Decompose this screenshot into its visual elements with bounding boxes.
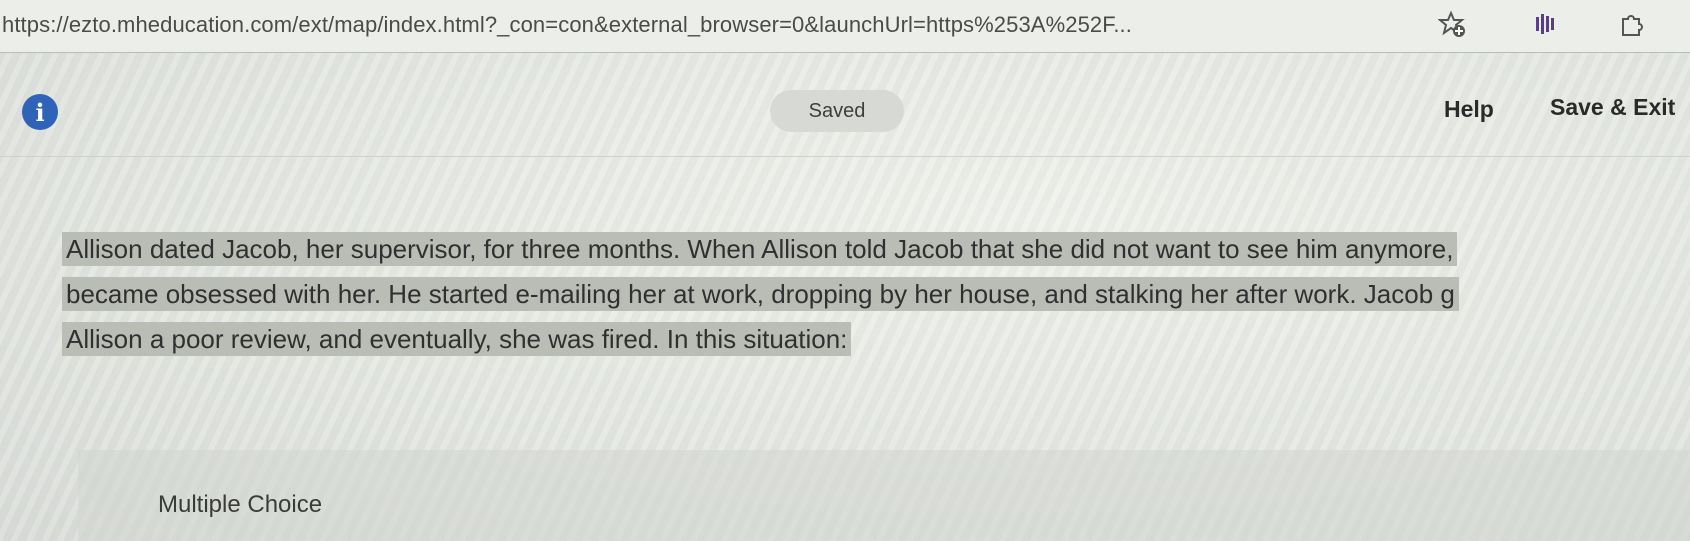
puzzle-piece-icon[interactable] <box>1616 8 1648 40</box>
url-text[interactable]: https://ezto.mheducation.com/ext/map/ind… <box>2 12 1132 38</box>
question-panel: Allison dated Jacob, her supervisor, for… <box>40 205 1690 365</box>
save-and-exit-button[interactable]: Save & Exit <box>1550 94 1675 121</box>
assignment-toolbar: i Saved Help Save & Exit <box>0 66 1690 157</box>
question-prompt: Allison dated Jacob, her supervisor, for… <box>62 227 1690 362</box>
question-line-1: Allison dated Jacob, her supervisor, for… <box>62 232 1458 266</box>
help-button[interactable]: Help <box>1444 96 1494 123</box>
extension-bars-icon[interactable] <box>1530 8 1562 40</box>
question-line-2: became obsessed with her. He started e-m… <box>62 277 1459 311</box>
star-plus-icon[interactable] <box>1436 8 1468 40</box>
info-icon[interactable]: i <box>22 94 58 130</box>
question-line-3: Allison a poor review, and eventually, s… <box>62 322 852 356</box>
question-type-label: Multiple Choice <box>158 491 323 518</box>
saved-status-badge: Saved <box>770 90 904 132</box>
browser-address-bar[interactable]: https://ezto.mheducation.com/ext/map/ind… <box>0 0 1690 53</box>
